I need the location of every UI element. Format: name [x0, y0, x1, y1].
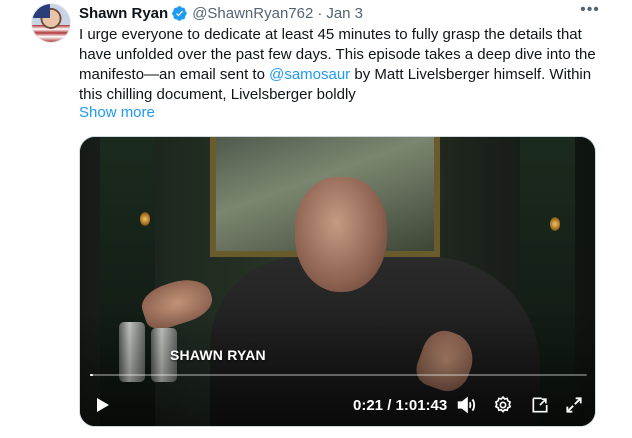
- video-vignette: [80, 137, 595, 426]
- author-handle[interactable]: @ShawnRyan762: [192, 5, 313, 22]
- play-icon[interactable]: [90, 393, 114, 417]
- progress-bar[interactable]: [90, 374, 587, 376]
- tweet-date[interactable]: Jan 3: [326, 5, 363, 22]
- avatar[interactable]: [31, 3, 71, 43]
- volume-icon[interactable]: [454, 393, 478, 417]
- author-name[interactable]: Shawn Ryan: [79, 5, 168, 22]
- progress-fill: [90, 374, 93, 376]
- more-horizontal-icon[interactable]: •••: [580, 2, 600, 22]
- video-player[interactable]: SHAWN RYAN 0:21 / 1:01:43: [79, 136, 596, 427]
- tweet-header: Shawn Ryan @ShawnRyan762 · Jan 3: [79, 3, 363, 23]
- time-display: 0:21 / 1:01:43: [353, 397, 448, 414]
- verified-badge-icon[interactable]: [171, 5, 188, 22]
- show-more-link[interactable]: Show more: [79, 104, 155, 121]
- video-caption: SHAWN RYAN: [170, 347, 266, 363]
- video-controls: 0:21 / 1:01:43: [80, 389, 595, 421]
- separator: ·: [317, 4, 323, 22]
- settings-icon[interactable]: [491, 393, 515, 417]
- tweet-text: I urge everyone to dedicate at least 45 …: [79, 25, 599, 105]
- fullscreen-icon[interactable]: [562, 393, 586, 417]
- picture-in-picture-icon[interactable]: [528, 393, 552, 417]
- mention-link[interactable]: @samosaur: [269, 66, 350, 83]
- flag-shape: [32, 4, 50, 18]
